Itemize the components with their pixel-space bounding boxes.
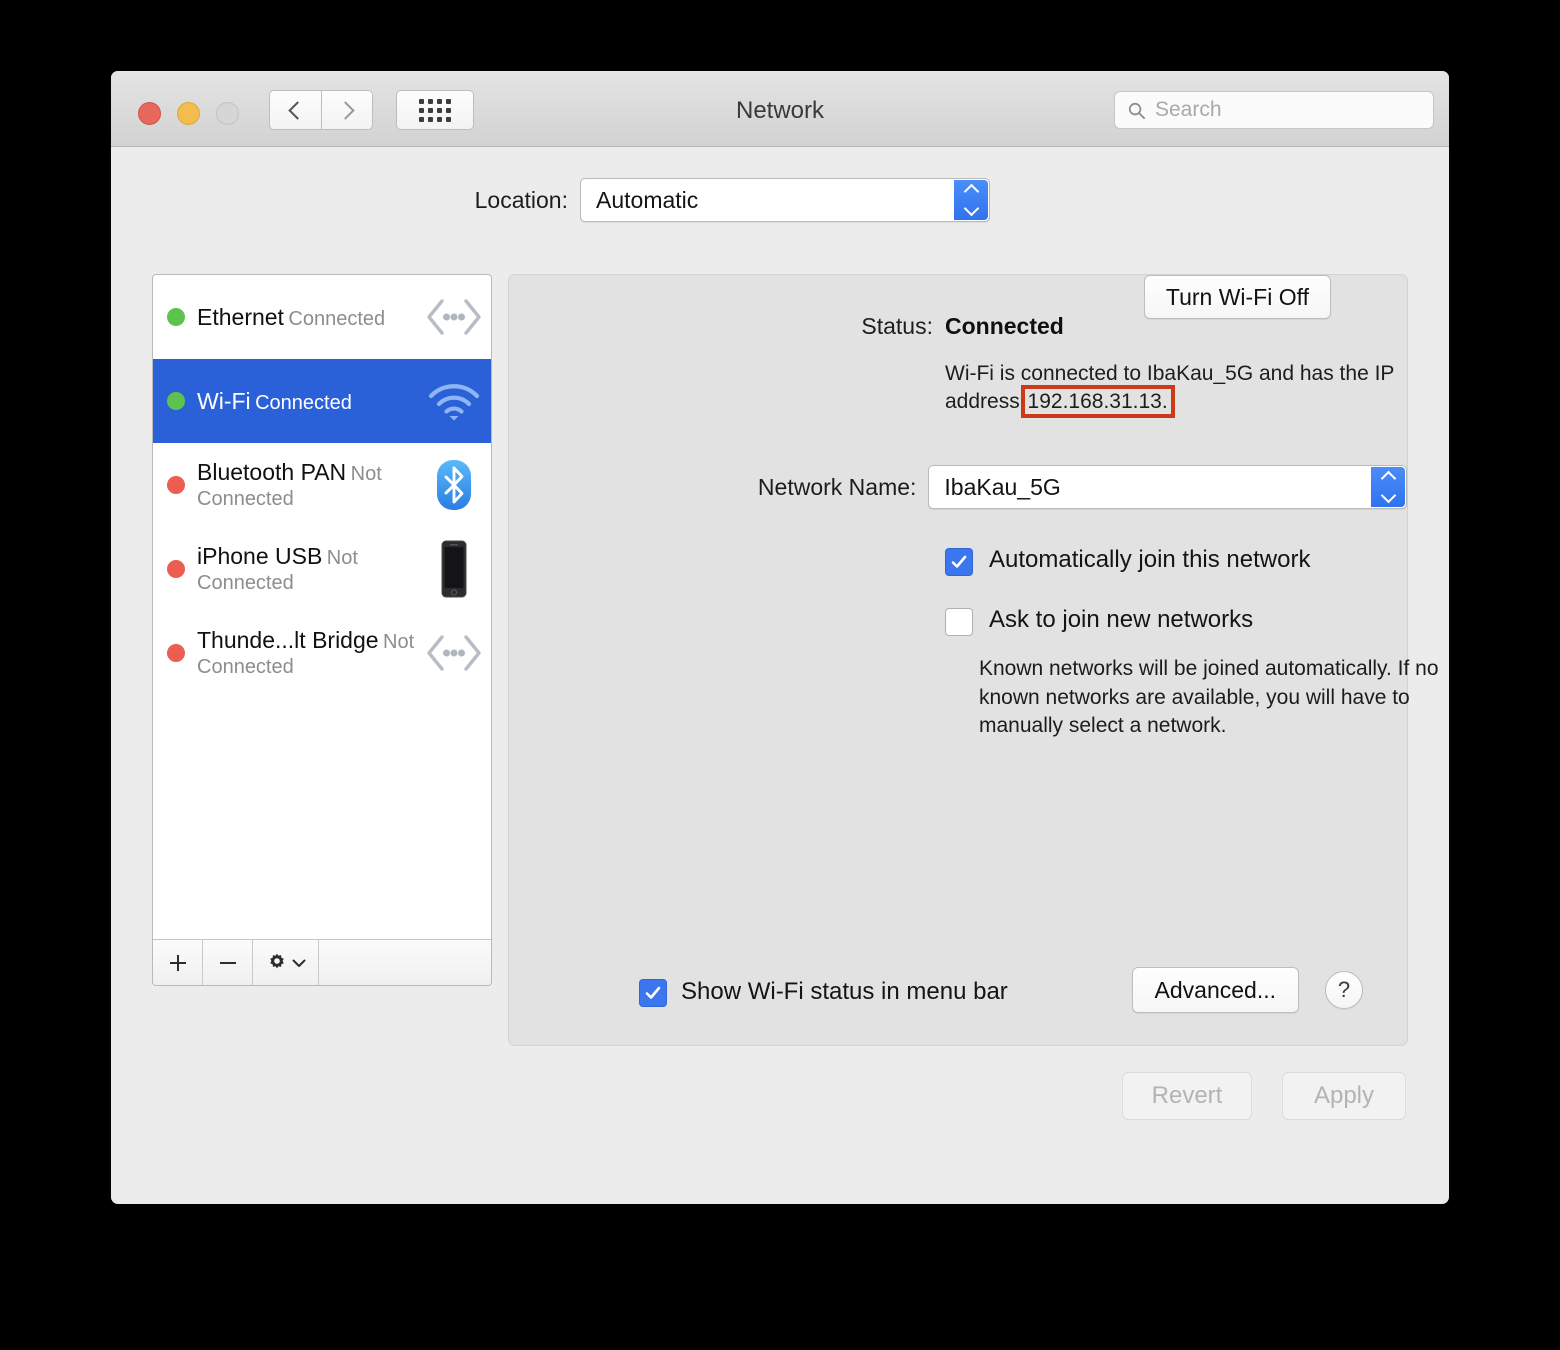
add-interface-button[interactable] xyxy=(153,940,203,985)
interface-name: Ethernet xyxy=(197,303,284,330)
network-name-select[interactable]: IbaKau_5G xyxy=(928,465,1407,509)
plus-icon xyxy=(169,954,186,971)
gear-icon xyxy=(270,953,284,968)
interface-name: Wi-Fi xyxy=(197,387,251,414)
search-icon xyxy=(1128,102,1146,119)
chevron-down-icon xyxy=(292,959,306,967)
interface-status: Connected xyxy=(288,307,386,330)
ask-join-row[interactable]: Ask to join new networks xyxy=(945,606,1253,636)
remove-interface-button[interactable] xyxy=(203,940,253,985)
bluetooth-icon xyxy=(423,456,485,514)
status-dot-green xyxy=(167,308,185,326)
status-label: Status: xyxy=(861,313,933,339)
location-select[interactable]: Automatic xyxy=(580,178,990,222)
ethernet-icon xyxy=(423,288,485,346)
known-networks-note: Known networks will be joined automatica… xyxy=(979,657,1439,738)
apply-button[interactable]: Apply xyxy=(1282,1072,1406,1120)
advanced-button[interactable]: Advanced... xyxy=(1131,967,1299,1013)
location-stepper-icon[interactable] xyxy=(954,180,988,220)
search-placeholder: Search xyxy=(1155,98,1222,121)
check-icon xyxy=(951,555,967,568)
network-name-stepper-icon[interactable] xyxy=(1371,467,1405,507)
check-icon xyxy=(645,986,661,999)
sidebar-item-wifi[interactable]: Wi-Fi Connected xyxy=(153,359,491,443)
ask-join-checkbox[interactable] xyxy=(945,608,973,636)
auto-join-checkbox[interactable] xyxy=(945,548,973,576)
turn-wifi-off-button[interactable]: Turn Wi-Fi Off xyxy=(1143,275,1331,319)
sidebar-item-iphone-usb[interactable]: iPhone USB Not Connected xyxy=(153,527,491,611)
ask-join-label: Ask to join new networks xyxy=(989,606,1254,633)
network-name-label: Network Name: xyxy=(757,473,917,500)
sidebar-toolbar xyxy=(153,939,491,985)
interface-name: Bluetooth PAN xyxy=(197,459,347,485)
sidebar-item-bluetooth-pan[interactable]: Bluetooth PAN Not Connected xyxy=(153,443,491,527)
location-label: Location: xyxy=(474,186,568,213)
interface-name: iPhone USB xyxy=(197,543,323,569)
interface-status: Connected xyxy=(255,391,352,414)
sidebar-item-thunderbolt-bridge[interactable]: Thunde...lt Bridge Not Connected xyxy=(153,611,491,695)
show-status-row[interactable]: Show Wi-Fi status in menu bar xyxy=(639,977,1008,1007)
revert-button[interactable]: Revert xyxy=(1122,1072,1252,1120)
status-description: Wi-Fi is connected to IbaKau_5G and has … xyxy=(945,360,1425,419)
auto-join-label: Automatically join this network xyxy=(989,546,1311,573)
ethernet-icon xyxy=(423,624,485,682)
interface-name: Thunde...lt Bridge xyxy=(197,627,379,653)
status-dot-red xyxy=(167,560,185,578)
status-dot-green xyxy=(167,392,185,410)
network-name-row: Network Name: IbaKau_5G xyxy=(509,465,1407,509)
interface-actions-button[interactable] xyxy=(253,940,319,985)
show-status-label: Show Wi-Fi status in menu bar xyxy=(681,978,1008,1005)
wifi-icon xyxy=(423,372,485,430)
status-dot-red xyxy=(167,476,185,494)
location-row: Location: Automatic xyxy=(111,178,1449,222)
sidebar-item-ethernet[interactable]: Ethernet Connected xyxy=(153,275,491,359)
interface-sidebar: Ethernet Connected Wi-Fi Connected Bluet… xyxy=(152,274,492,986)
network-preferences-window: Network Search Location: Automatic Ether… xyxy=(111,71,1449,1204)
window-titlebar: Network Search xyxy=(111,71,1449,147)
ip-address-highlight: 192.168.31.13. xyxy=(1020,385,1175,419)
show-status-checkbox[interactable] xyxy=(639,979,667,1007)
help-button[interactable]: ? xyxy=(1325,971,1363,1009)
search-field[interactable]: Search xyxy=(1114,91,1434,129)
location-value: Automatic xyxy=(596,186,699,213)
status-dot-red xyxy=(167,644,185,662)
iphone-icon xyxy=(423,540,485,598)
minus-icon xyxy=(219,961,236,964)
status-value: Connected xyxy=(945,313,1064,339)
interface-list: Ethernet Connected Wi-Fi Connected Bluet… xyxy=(153,275,491,939)
auto-join-row[interactable]: Automatically join this network xyxy=(945,546,1310,576)
wifi-settings-panel: Status: Connected Turn Wi-Fi Off Wi-Fi i… xyxy=(508,274,1439,1046)
sidebar-toolbar-filler xyxy=(319,940,491,985)
network-name-value: IbaKau_5G xyxy=(944,473,1061,500)
